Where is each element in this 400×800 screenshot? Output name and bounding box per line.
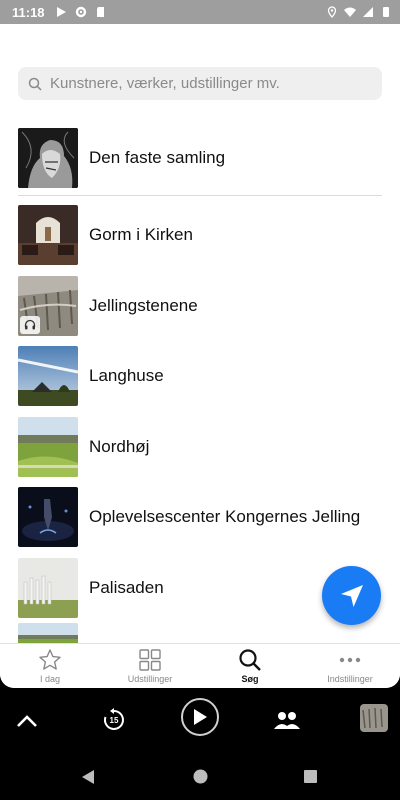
- wifi-icon: [344, 7, 356, 17]
- chevron-up-icon: [17, 715, 37, 727]
- now-playing-thumbnail[interactable]: [360, 704, 388, 732]
- nav-home-button[interactable]: [193, 769, 208, 789]
- battery-icon: [383, 7, 389, 17]
- grid-icon: [139, 649, 161, 671]
- tab-label: Søg: [241, 674, 259, 684]
- thumbnail-nordhoj: [18, 416, 78, 477]
- item-label: Oplevelsescenter Kongernes Jelling: [89, 507, 361, 527]
- search-input[interactable]: [50, 75, 370, 92]
- expand-player-button[interactable]: [14, 708, 40, 734]
- location-fab-button[interactable]: [322, 566, 381, 625]
- audio-player-bar: 15: [0, 690, 400, 750]
- tab-label: Udstillinger: [127, 674, 173, 684]
- thumbnail-palisaden: [18, 557, 78, 618]
- thumbnail-gorm-i-kirken: [18, 205, 78, 266]
- list-item[interactable]: Gorm i Kirken: [18, 200, 382, 271]
- list-item[interactable]: Langhuse: [18, 341, 382, 412]
- thumbnail-oplevelsescenter: [18, 487, 78, 548]
- item-label: Nordhøj: [89, 436, 150, 456]
- tab-label: I dag: [39, 674, 61, 684]
- settings-notification-icon: [75, 6, 86, 18]
- app-screen: Den faste samling Gorm i Kirken: [0, 24, 400, 688]
- thumbnail-langhuse: [18, 346, 78, 407]
- replay-seconds: 15: [109, 715, 119, 725]
- star-icon: [39, 649, 61, 670]
- search-bar[interactable]: [18, 67, 382, 100]
- sdcard-notification-icon: [96, 7, 104, 17]
- item-label: Gorm i Kirken: [89, 225, 193, 245]
- location-icon: [327, 6, 337, 18]
- thumbnail-den-faste-samling: [18, 128, 78, 188]
- list-item[interactable]: Nordhøj: [18, 412, 382, 483]
- result-list: Den faste samling Gorm i Kirken Jellings…: [18, 122, 382, 647]
- people-button[interactable]: [272, 706, 302, 734]
- nav-recents-button[interactable]: [304, 770, 317, 788]
- play-icon: [194, 709, 207, 725]
- headphones-icon: [24, 320, 36, 330]
- signal-icon: [363, 7, 373, 17]
- back-icon: [82, 770, 94, 784]
- play-notification-icon: [56, 7, 66, 17]
- status-time: 11:18: [12, 4, 45, 20]
- list-item[interactable]: Oplevelsescenter Kongernes Jelling: [18, 482, 382, 553]
- list-item[interactable]: Den faste samling: [18, 122, 382, 194]
- item-label: Langhuse: [89, 366, 164, 386]
- audio-badge: [20, 315, 40, 334]
- item-label: Palisaden: [89, 577, 164, 597]
- nav-back-button[interactable]: [81, 769, 95, 790]
- home-icon: [193, 769, 208, 784]
- thumbnail-jellingstenene: [18, 275, 78, 336]
- people-icon: [274, 712, 300, 729]
- divider: [18, 195, 382, 196]
- tab-indstillinger[interactable]: Indstillinger: [300, 644, 400, 688]
- recents-icon: [304, 770, 317, 783]
- status-bar: 11:18: [0, 0, 400, 24]
- navigation-arrow-icon: [340, 584, 363, 607]
- search-icon: [239, 649, 261, 671]
- bottom-tab-bar: I dag Udstillinger Søg Indstillinger: [0, 643, 400, 688]
- tab-i-dag[interactable]: I dag: [0, 644, 100, 688]
- more-icon: [339, 657, 361, 663]
- tab-udstillinger[interactable]: Udstillinger: [100, 644, 200, 688]
- list-item[interactable]: Jellingstenene: [18, 271, 382, 342]
- system-nav-bar: [0, 752, 400, 800]
- item-label: Jellingstenene: [89, 295, 198, 315]
- tab-label: Indstillinger: [327, 674, 373, 684]
- item-label: Den faste samling: [89, 148, 226, 167]
- tab-sog[interactable]: Søg: [200, 644, 300, 688]
- search-icon: [28, 77, 42, 91]
- play-button[interactable]: [181, 698, 219, 736]
- replay-15-button[interactable]: 15: [100, 706, 128, 734]
